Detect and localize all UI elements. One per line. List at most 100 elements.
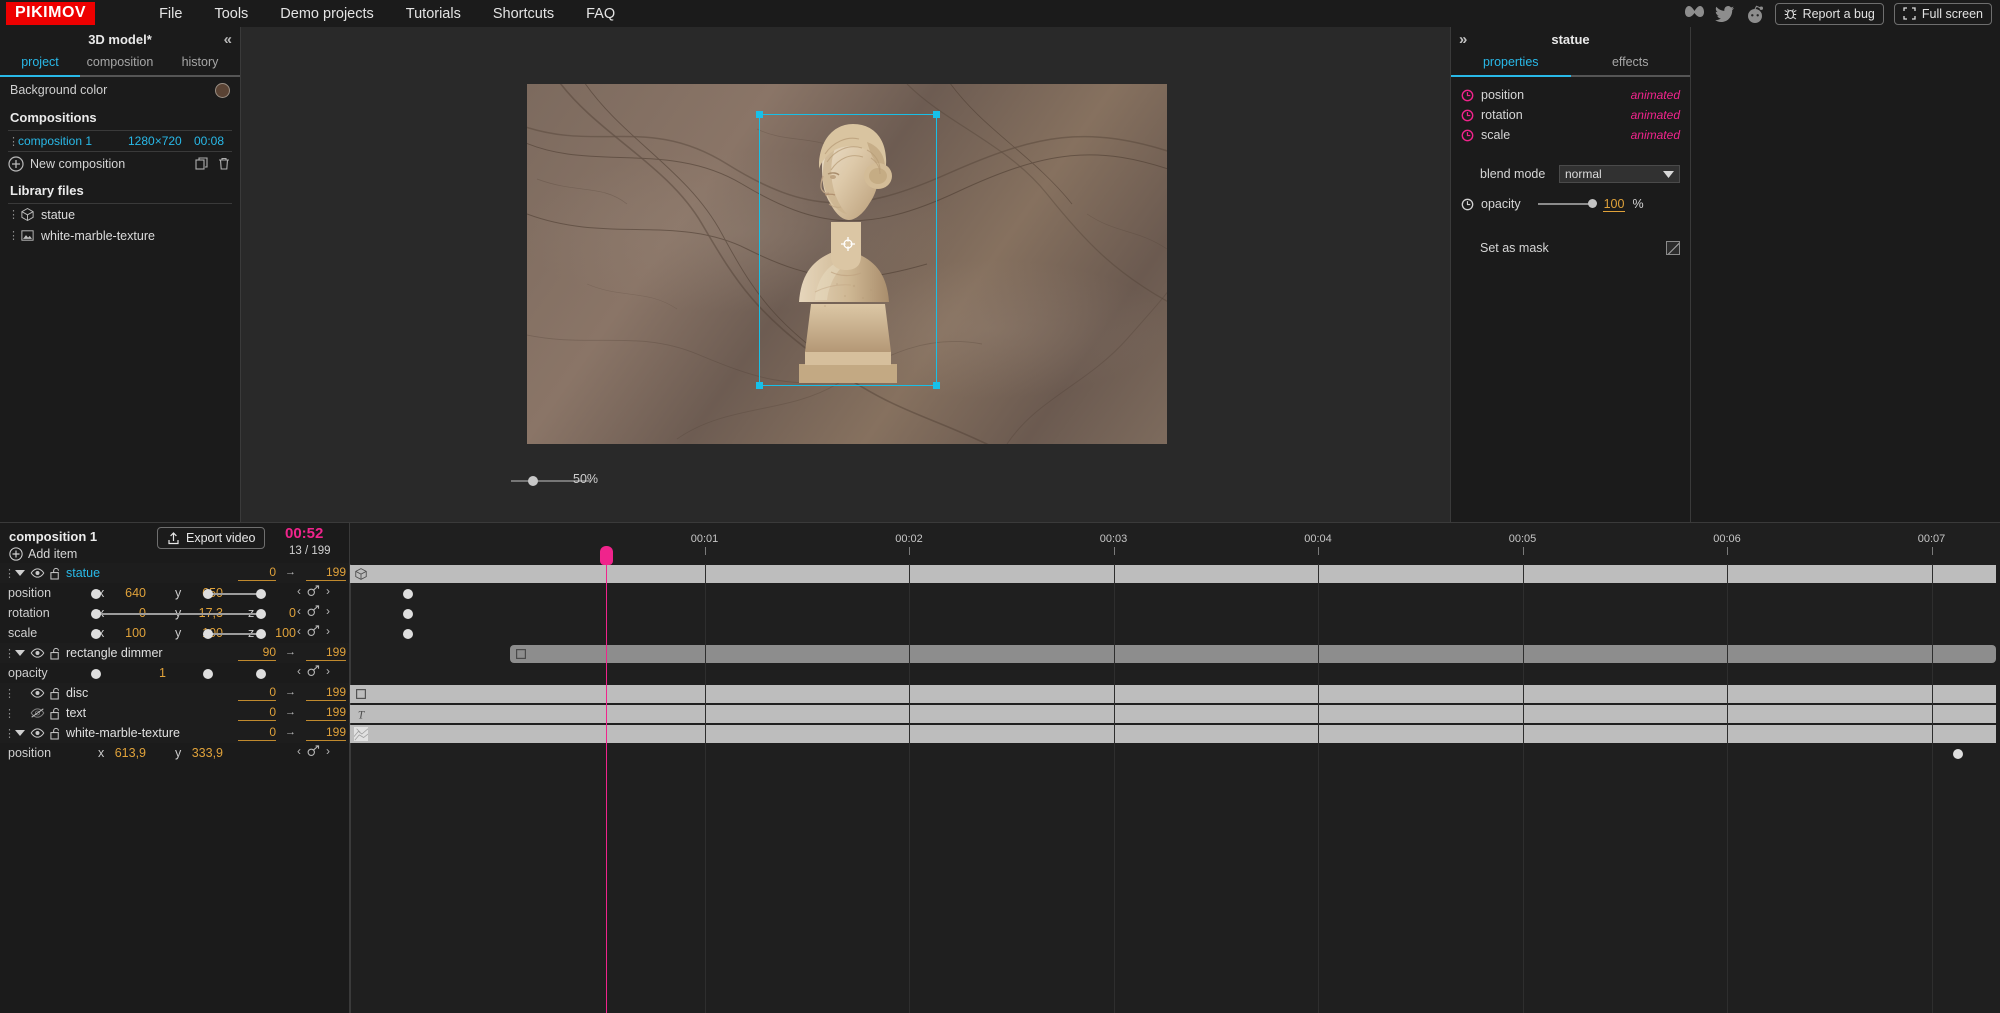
stopwatch-icon[interactable] bbox=[1461, 89, 1474, 102]
tab-properties[interactable]: properties bbox=[1451, 52, 1571, 77]
project-title: 3D model* bbox=[88, 32, 152, 47]
blend-mode-select[interactable]: normal bbox=[1559, 165, 1680, 183]
menu-item-shortcuts[interactable]: Shortcuts bbox=[477, 2, 570, 26]
menu-item-faq[interactable]: FAQ bbox=[570, 2, 631, 26]
keyframe-marker[interactable] bbox=[403, 589, 413, 599]
playhead-handle[interactable] bbox=[600, 546, 614, 565]
timeline-track-row[interactable] bbox=[0, 564, 2000, 584]
reddit-icon[interactable] bbox=[1745, 4, 1765, 24]
svg-text:T: T bbox=[358, 709, 365, 721]
app-logo[interactable]: PIKIMOV bbox=[6, 2, 96, 25]
keyframe-marker[interactable] bbox=[256, 629, 266, 639]
composition-list-item[interactable]: ⋮ composition 1 1280×720 00:08 bbox=[0, 131, 240, 151]
timeline-track-row[interactable] bbox=[0, 684, 2000, 704]
keyframe-segment[interactable] bbox=[96, 613, 261, 615]
opacity-slider[interactable] bbox=[1537, 199, 1597, 208]
bluesky-icon[interactable] bbox=[1685, 4, 1705, 24]
keyframe-marker[interactable] bbox=[1953, 749, 1963, 759]
timeline-keyframe-row[interactable] bbox=[0, 664, 2000, 684]
playhead[interactable] bbox=[600, 546, 614, 1013]
blend-mode-row: blend mode normal bbox=[1451, 163, 1690, 185]
bug-icon bbox=[1784, 9, 1797, 20]
resize-handle-bottom-left[interactable] bbox=[756, 382, 763, 389]
timeline-keyframe-row[interactable] bbox=[0, 604, 2000, 624]
viewport[interactable]: 50% bbox=[263, 27, 1470, 494]
anchor-point-icon[interactable] bbox=[840, 236, 856, 252]
top-menu-bar: PIKIMOV File Tools Demo projects Tutoria… bbox=[0, 0, 2000, 27]
keyframe-marker[interactable] bbox=[203, 629, 213, 639]
ruler-tick bbox=[1522, 547, 1524, 555]
set-as-mask-checkbox[interactable] bbox=[1666, 241, 1680, 255]
keyframe-segment[interactable] bbox=[208, 593, 261, 595]
keyframe-segment[interactable] bbox=[208, 633, 261, 635]
property-status: animated bbox=[1630, 88, 1680, 102]
menu-item-tutorials[interactable]: Tutorials bbox=[390, 2, 477, 26]
menu-item-file[interactable]: File bbox=[143, 2, 198, 26]
tab-history[interactable]: history bbox=[160, 52, 240, 77]
keyframe-marker[interactable] bbox=[91, 609, 101, 619]
keyframe-marker[interactable] bbox=[256, 669, 266, 679]
keyframe-marker[interactable] bbox=[203, 589, 213, 599]
report-a-bug-button[interactable]: Report a bug bbox=[1774, 2, 1884, 25]
composition-name[interactable]: composition 1 bbox=[18, 134, 124, 148]
project-title-bar: 3D model* « bbox=[0, 27, 240, 52]
resize-handle-top-right[interactable] bbox=[933, 111, 940, 118]
full-screen-button[interactable]: Full screen bbox=[1893, 2, 1992, 25]
keyframe-marker[interactable] bbox=[91, 589, 101, 599]
keyframe-marker[interactable] bbox=[256, 589, 266, 599]
stopwatch-icon[interactable] bbox=[1461, 198, 1474, 211]
timeline-keyframe-row[interactable] bbox=[0, 584, 2000, 604]
drag-handle-icon[interactable]: ⋮ bbox=[8, 229, 19, 242]
keyframe-marker[interactable] bbox=[203, 669, 213, 679]
twitter-icon[interactable] bbox=[1715, 4, 1735, 24]
layer-clip-bar[interactable]: T bbox=[350, 705, 1996, 723]
timeline-keyframe-row[interactable] bbox=[0, 744, 2000, 764]
plus-circle-icon[interactable] bbox=[8, 156, 24, 172]
keyframe-marker[interactable] bbox=[91, 629, 101, 639]
opacity-value[interactable]: 100 bbox=[1602, 197, 1626, 212]
background-color-swatch[interactable] bbox=[215, 82, 230, 98]
keyframe-marker[interactable] bbox=[403, 629, 413, 639]
canvas-zoom-knob[interactable] bbox=[528, 476, 538, 486]
collapse-left-panel-icon[interactable]: « bbox=[224, 31, 232, 48]
new-composition-row[interactable]: New composition bbox=[0, 152, 240, 176]
timeline-track-row[interactable]: T bbox=[0, 704, 2000, 724]
duplicate-icon[interactable] bbox=[194, 156, 210, 172]
new-composition-label[interactable]: New composition bbox=[30, 157, 125, 171]
layer-clip-bar[interactable] bbox=[350, 565, 1996, 583]
layer-clip-bar[interactable] bbox=[350, 725, 1996, 743]
keyframe-marker[interactable] bbox=[256, 609, 266, 619]
expand-right-panel-icon[interactable]: » bbox=[1459, 31, 1467, 48]
library-item-statue[interactable]: ⋮ statue bbox=[0, 204, 240, 225]
tab-effects[interactable]: effects bbox=[1570, 52, 1690, 77]
resize-handle-bottom-right[interactable] bbox=[933, 382, 940, 389]
timeline-gridline bbox=[704, 564, 706, 1013]
opacity-knob[interactable] bbox=[1587, 199, 1597, 208]
layer-clip-bar[interactable] bbox=[510, 645, 1996, 663]
drag-handle-icon[interactable]: ⋮ bbox=[8, 135, 19, 148]
stopwatch-icon[interactable] bbox=[1461, 109, 1474, 122]
ruler-tick-label: 00:01 bbox=[690, 533, 719, 545]
composition-canvas[interactable] bbox=[527, 84, 1167, 444]
keyframe-marker[interactable] bbox=[91, 669, 101, 679]
tab-composition[interactable]: composition bbox=[80, 52, 160, 77]
add-item-button[interactable]: Add item bbox=[9, 547, 77, 561]
menu-item-tools[interactable]: Tools bbox=[198, 2, 264, 26]
timeline-keyframe-row[interactable] bbox=[0, 624, 2000, 644]
library-item-white-marble-texture[interactable]: ⋮ white-marble-texture bbox=[0, 225, 240, 246]
drag-handle-icon[interactable]: ⋮ bbox=[8, 208, 19, 221]
stopwatch-icon[interactable] bbox=[1461, 129, 1474, 142]
statue-object[interactable] bbox=[756, 111, 940, 389]
square-icon bbox=[356, 689, 366, 699]
menu-item-demo-projects[interactable]: Demo projects bbox=[264, 2, 389, 26]
timeline-ruler[interactable]: 00:01 00:02 00:03 00:04 00:05 00:06 00:07 bbox=[350, 523, 2000, 564]
tab-project[interactable]: project bbox=[0, 52, 80, 77]
delete-icon[interactable] bbox=[216, 156, 232, 172]
layer-clip-bar[interactable] bbox=[350, 685, 1996, 703]
keyframe-marker[interactable] bbox=[403, 609, 413, 619]
resize-handle-top-left[interactable] bbox=[756, 111, 763, 118]
timeline-track-row[interactable] bbox=[0, 644, 2000, 664]
add-item-label: Add item bbox=[28, 547, 78, 561]
timeline-track-row[interactable] bbox=[0, 724, 2000, 744]
export-video-button[interactable]: Export video bbox=[157, 527, 266, 549]
